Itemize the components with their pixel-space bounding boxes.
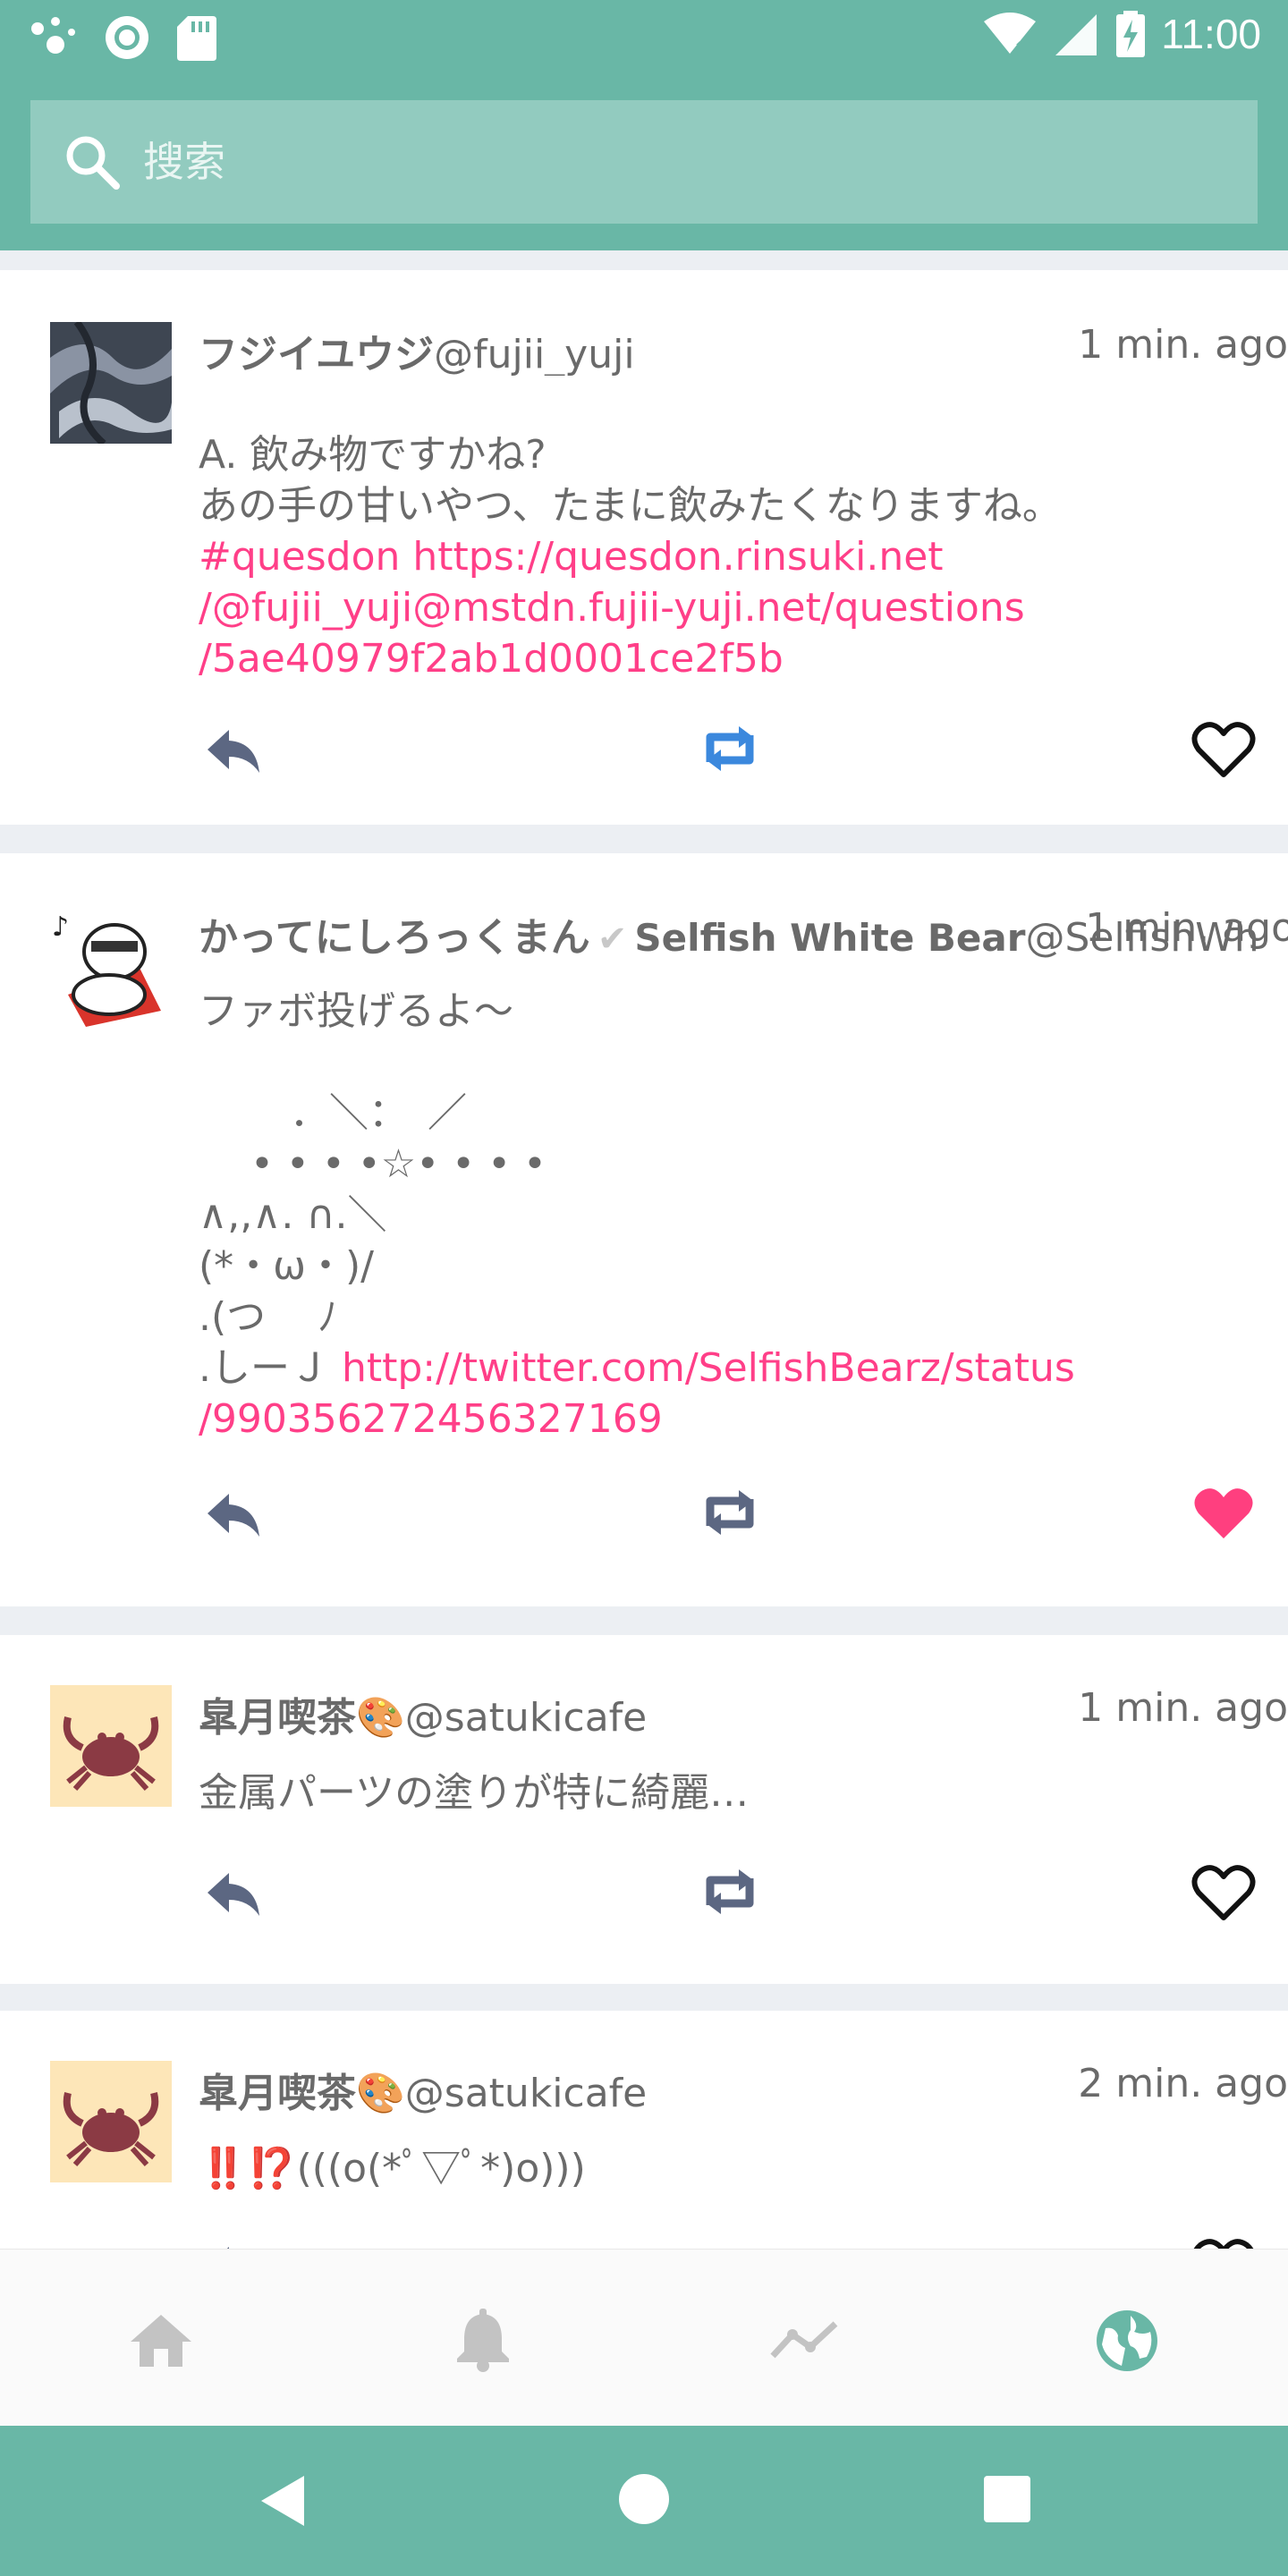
avatar[interactable] (50, 1685, 172, 1807)
display-name[interactable]: 皐月喫茶🎨 (199, 1685, 405, 1739)
avatar[interactable] (50, 2061, 172, 2182)
timestamp: 1 min. ago (1078, 1685, 1288, 1731)
status-text: ‼️⁉️(((o(*ﾟ▽ﾟ*)o))) (199, 2146, 586, 2191)
timeline[interactable]: フジイユウジ @fujii_yuji 1 min. ago A. 飲み物ですかね… (0, 250, 1288, 2249)
trending-icon (770, 2321, 838, 2359)
overview-icon[interactable] (982, 2474, 1032, 2524)
status-content: A. 飲み物ですかね? あの手の甘いやつ、たまに飲みたくなりますね。 #ques… (199, 429, 1254, 684)
status-bar: 11:00 (0, 0, 1288, 75)
display-name[interactable]: 皐月喫茶🎨 (199, 2061, 405, 2114)
status-actions (0, 1481, 1288, 1553)
reply-icon[interactable] (202, 1860, 265, 1923)
status-text: 金属パーツの塗りが特に綺麗… (199, 1770, 750, 1816)
search-bar[interactable] (30, 100, 1258, 224)
record-icon (106, 16, 148, 59)
status-card[interactable]: 皐月喫茶🎨 @satukicafe 2 min. ago ‼️⁉️(((o(*ﾟ… (0, 2011, 1288, 2249)
favourite-icon[interactable] (1191, 1860, 1256, 1923)
reply-icon[interactable] (202, 2234, 265, 2249)
tab-public[interactable] (1091, 2305, 1163, 2377)
timestamp: 1 min. ago (1078, 322, 1288, 368)
search-input[interactable] (141, 137, 1218, 187)
assistant-icon (31, 17, 75, 54)
search-icon (66, 136, 120, 190)
status-header: 皐月喫茶🎨 @satukicafe 2 min. ago (199, 2061, 1288, 2114)
home-icon (131, 2315, 191, 2367)
account-handle[interactable]: @fujii_yuji (434, 332, 634, 376)
status-actions (0, 1860, 1288, 1932)
status-header: フジイユウジ @fujii_yuji 1 min. ago (199, 322, 1288, 376)
timestamp: 1 min. ago (1085, 905, 1288, 951)
back-icon[interactable] (256, 2472, 309, 2529)
favourite-icon[interactable] (1191, 1481, 1256, 1544)
favourite-icon[interactable] (1191, 717, 1256, 780)
display-name-extra[interactable]: Selfish White Bear (634, 916, 1025, 959)
status-actions (0, 717, 1288, 789)
verified-check-icon: ✔ (597, 919, 628, 959)
notifications-icon (457, 2309, 509, 2372)
reply-icon[interactable] (202, 717, 265, 780)
status-text: ファボ投げるよ〜 ．＼： ／ • • • •☆• • • • ∧,,∧. ∩.＼… (199, 988, 547, 1391)
status-header: かってにしろっくまん ✔ Selfish White Bear @Selfish… (199, 905, 1288, 959)
status-header: 皐月喫茶🎨 @satukicafe 1 min. ago (199, 1685, 1288, 1739)
tab-home[interactable] (125, 2305, 197, 2377)
avatar[interactable] (50, 322, 172, 444)
svg-text:♪: ♪ (52, 911, 69, 943)
timestamp: 2 min. ago (1078, 2061, 1288, 2106)
boost-icon[interactable] (694, 2234, 766, 2249)
account-handle[interactable]: @satukicafe (405, 2071, 647, 2114)
boost-icon[interactable] (694, 717, 766, 780)
home-button-icon[interactable] (617, 2472, 671, 2526)
tab-notifications[interactable] (447, 2305, 519, 2377)
favourite-icon[interactable] (1191, 2234, 1256, 2249)
avatar[interactable]: ♪ (50, 905, 172, 1027)
battery-charging-icon (1116, 11, 1146, 57)
display-name[interactable]: かってにしろっくまん (199, 905, 590, 959)
status-link[interactable]: #quesdon https://quesdon.rinsuki.net /@f… (199, 534, 1025, 682)
status-content: 金属パーツの塗りが特に綺麗… (199, 1767, 1254, 1818)
status-content: ‼️⁉️(((o(*ﾟ▽ﾟ*)o))) (199, 2143, 1254, 2194)
status-actions (0, 2234, 1288, 2249)
status-card[interactable]: ♪ かってにしろっくまん ✔ Selfish White Bear @Selfi… (0, 853, 1288, 1606)
bottom-navigation (0, 2249, 1288, 2427)
status-content: ファボ投げるよ〜 ．＼： ／ • • • •☆• • • • ∧,,∧. ∩.＼… (199, 986, 1254, 1445)
system-navigation-bar (0, 2426, 1288, 2576)
display-name[interactable]: フジイユウジ (199, 322, 434, 376)
wifi-icon (984, 13, 1037, 57)
status-card[interactable]: 皐月喫茶🎨 @satukicafe 1 min. ago 金属パーツの塗りが特に… (0, 1635, 1288, 1984)
reply-icon[interactable] (202, 1481, 265, 1544)
status-card[interactable]: フジイユウジ @fujii_yuji 1 min. ago A. 飲み物ですかね… (0, 270, 1288, 825)
tab-trending[interactable] (769, 2305, 841, 2377)
app-bar (0, 75, 1288, 250)
boost-icon[interactable] (694, 1481, 766, 1544)
status-text: A. 飲み物ですかね? あの手の甘いやつ、たまに飲みたくなりますね。 (199, 432, 1062, 529)
status-time: 11:00 (1161, 11, 1261, 57)
boost-icon[interactable] (694, 1860, 766, 1923)
signal-icon (1055, 14, 1097, 55)
sd-card-icon (177, 16, 216, 61)
account-handle[interactable]: @satukicafe (405, 1695, 647, 1739)
public-icon (1097, 2310, 1157, 2371)
